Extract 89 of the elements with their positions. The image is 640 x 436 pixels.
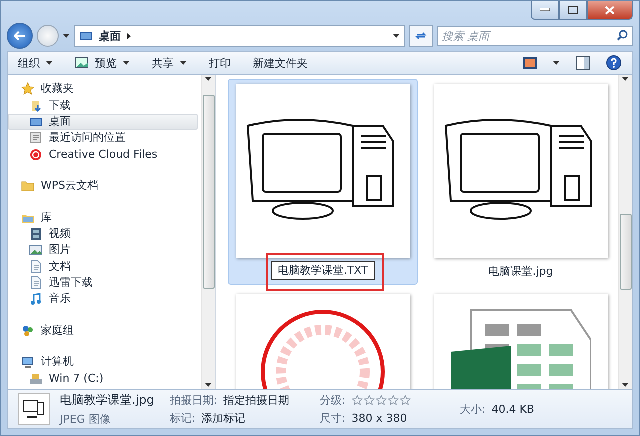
caret-icon bbox=[553, 61, 560, 65]
address-bar[interactable]: 桌面 bbox=[74, 25, 405, 47]
rename-field[interactable]: 电脑教学课堂.TXT bbox=[270, 261, 376, 280]
scrollbar-thumb[interactable] bbox=[620, 214, 632, 290]
file-thumbnail bbox=[18, 393, 50, 425]
document-icon bbox=[29, 276, 43, 290]
caret-icon bbox=[63, 34, 70, 38]
file-name: 电脑课堂.jpg bbox=[488, 264, 554, 279]
maximize-button[interactable] bbox=[559, 1, 587, 20]
nav-item[interactable]: 收藏夹 bbox=[8, 81, 198, 98]
toolbar-button[interactable]: 打印 bbox=[209, 56, 231, 70]
property-value[interactable]: 添加标记 bbox=[202, 410, 246, 426]
star-icon bbox=[376, 394, 387, 406]
scrollbar-thumb[interactable] bbox=[202, 94, 214, 290]
nav-item[interactable]: 图片 bbox=[8, 242, 198, 259]
caret-icon bbox=[123, 61, 130, 65]
caret-icon bbox=[622, 382, 629, 387]
nav-item[interactable]: 文档 bbox=[8, 258, 198, 275]
download-icon bbox=[29, 98, 43, 113]
property-label: 尺寸: bbox=[320, 410, 346, 426]
star-icon bbox=[388, 394, 399, 406]
computer-icon bbox=[21, 355, 35, 370]
toolbar-button[interactable]: 共享 bbox=[152, 56, 187, 70]
toolbar-button[interactable]: 预览 bbox=[75, 56, 130, 70]
nav-item[interactable]: Win 7 (C:) bbox=[8, 370, 198, 387]
view-icon[interactable] bbox=[523, 57, 537, 69]
nav-item[interactable]: 最近访问的位置 bbox=[8, 130, 198, 147]
minimize-icon bbox=[540, 8, 550, 12]
document-icon bbox=[29, 260, 43, 274]
preview-pane-icon[interactable] bbox=[576, 56, 590, 70]
scrollbar[interactable] bbox=[201, 75, 215, 389]
chevron-icon bbox=[127, 32, 131, 40]
file-type: JPEG 图像 bbox=[60, 412, 112, 426]
refresh-button[interactable] bbox=[409, 25, 433, 47]
search-icon bbox=[617, 30, 628, 41]
nav-item[interactable]: Creative Cloud Files bbox=[8, 146, 198, 163]
property-value: 40.4 KB bbox=[492, 402, 534, 416]
star-icon bbox=[352, 394, 363, 406]
nav-item[interactable]: 迅雷下载 bbox=[8, 274, 198, 292]
minimize-button[interactable] bbox=[531, 1, 559, 20]
caret-icon bbox=[205, 383, 212, 387]
rating-stars[interactable] bbox=[352, 394, 411, 406]
star-icon bbox=[400, 394, 411, 406]
caret-icon bbox=[205, 77, 212, 81]
property-label: 拍摄日期: bbox=[170, 392, 218, 408]
property-value[interactable]: 指定拍摄日期 bbox=[224, 392, 290, 408]
breadcrumb[interactable]: 桌面 bbox=[99, 28, 121, 44]
video-icon bbox=[29, 226, 43, 241]
file-tile[interactable]: 电脑课堂.jpg bbox=[426, 79, 616, 285]
arrow-icon bbox=[14, 31, 26, 41]
nav-item[interactable]: 家庭组 bbox=[8, 322, 198, 340]
property-label: 大小: bbox=[460, 402, 486, 416]
caret-icon bbox=[622, 77, 629, 81]
property-value: 380 x 380 bbox=[352, 412, 408, 424]
folder-icon bbox=[21, 179, 35, 194]
star-icon bbox=[364, 394, 375, 406]
drive-icon bbox=[29, 372, 43, 386]
refresh-icon bbox=[415, 31, 427, 41]
preview-icon bbox=[75, 57, 89, 69]
nav-item[interactable]: 视频 bbox=[8, 226, 198, 242]
nav-item[interactable]: 计算机 bbox=[8, 354, 198, 370]
toolbar-button[interactable]: 新建文件夹 bbox=[253, 56, 308, 70]
scrollbar[interactable] bbox=[618, 75, 632, 389]
music-icon bbox=[29, 292, 43, 306]
close-button[interactable] bbox=[587, 1, 633, 20]
desktop-icon bbox=[79, 29, 93, 43]
recent-icon bbox=[29, 131, 43, 146]
nav-item[interactable]: 库 bbox=[8, 209, 198, 226]
nav-item[interactable]: 音乐 bbox=[8, 291, 198, 308]
search-field[interactable]: 搜索 桌面 bbox=[437, 26, 633, 46]
caret-icon bbox=[393, 34, 400, 38]
toolbar-button[interactable]: 组织 bbox=[18, 56, 53, 70]
caret-icon bbox=[46, 61, 53, 65]
nav-item[interactable]: WPS云文档 bbox=[8, 178, 198, 194]
homegroup-icon bbox=[21, 324, 35, 338]
star-icon bbox=[21, 82, 35, 96]
property-label: 标记: bbox=[170, 410, 196, 426]
nav-item[interactable]: 下载 bbox=[8, 97, 198, 114]
file-tile[interactable]: 电脑教学课堂.TXT bbox=[228, 79, 418, 285]
back-button[interactable] bbox=[7, 23, 33, 49]
close-icon bbox=[605, 6, 615, 14]
maximize-icon bbox=[568, 6, 578, 14]
property-label: 分级: bbox=[320, 392, 346, 408]
cloud-icon bbox=[29, 148, 43, 162]
help-icon[interactable] bbox=[606, 55, 622, 71]
nav-item[interactable]: 桌面 bbox=[8, 114, 198, 130]
picture-icon bbox=[29, 243, 43, 258]
caret-icon bbox=[180, 61, 187, 65]
file-name: 电脑教学课堂.jpg bbox=[60, 392, 156, 408]
